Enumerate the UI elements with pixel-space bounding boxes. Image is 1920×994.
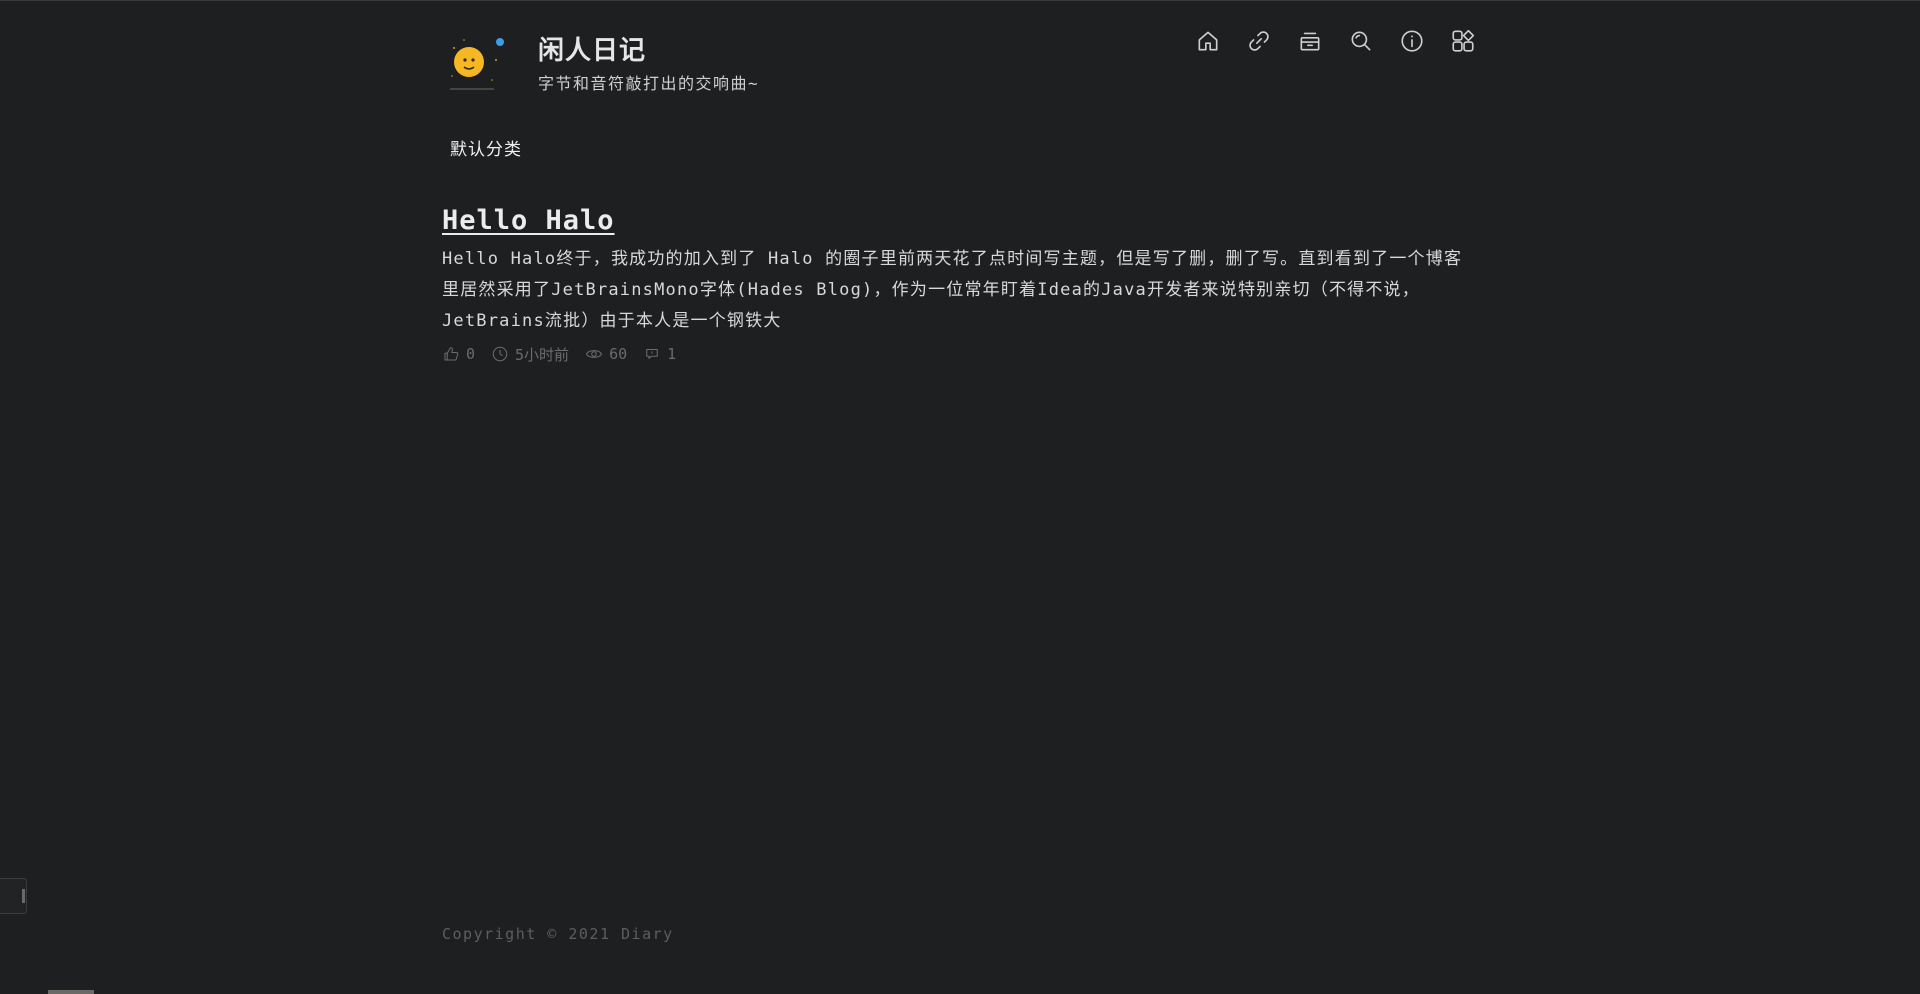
logo-image <box>444 30 508 94</box>
post-comments[interactable]: 1 <box>643 345 676 363</box>
post-views: 60 <box>585 345 627 363</box>
site-title[interactable]: 闲人日记 <box>538 30 646 67</box>
post-card: Hello Halo Hello Halo终于，我成功的加入到了 Halo 的圈… <box>442 205 1478 365</box>
nav-archive-button[interactable] <box>1295 26 1325 56</box>
eye-icon <box>586 350 603 358</box>
post-meta: 0 5小时前 60 1 <box>442 343 1478 365</box>
post-excerpt: Hello Halo终于，我成功的加入到了 Halo 的圈子里前两天花了点时间写… <box>442 249 1463 331</box>
like-button[interactable]: 0 <box>442 345 475 363</box>
view-count: 60 <box>609 345 628 363</box>
nav-links-button[interactable] <box>1244 26 1274 56</box>
apps-icon <box>1452 29 1475 52</box>
nav-about-button[interactable] <box>1397 26 1427 56</box>
nav-search-button[interactable] <box>1346 26 1376 56</box>
site-logo[interactable] <box>444 30 508 94</box>
post-time-text: 5小时前 <box>515 345 570 364</box>
like-count: 0 <box>466 345 476 363</box>
nav-categories-button[interactable] <box>1448 26 1478 56</box>
clock-icon <box>492 346 508 362</box>
page-container: 闲人日记 字节和音符敲打出的交响曲~ 默认分类 Hello Halo Hello… <box>442 0 1478 994</box>
link-icon <box>1249 31 1269 51</box>
info-icon <box>1401 30 1423 52</box>
comment-icon <box>646 348 658 360</box>
archive-icon <box>1300 32 1320 51</box>
comment-count: 1 <box>667 345 677 363</box>
post-time: 5小时前 <box>491 344 569 365</box>
search-icon <box>1351 31 1371 51</box>
thumbs-up-icon <box>444 347 459 361</box>
bottom-progress-bar <box>48 990 94 994</box>
top-nav <box>1172 26 1478 56</box>
site-header: 闲人日记 字节和音符敲打出的交响曲~ <box>442 26 1478 96</box>
site-subtitle: 字节和音符敲打出的交响曲~ <box>538 74 760 93</box>
post-title-link[interactable]: Hello Halo <box>442 205 615 236</box>
home-icon <box>1198 31 1218 51</box>
category-heading: 默认分类 <box>450 140 522 160</box>
footer-copyright: Copyright © 2021 Diary <box>442 925 674 943</box>
side-drawer-handle[interactable] <box>0 878 27 914</box>
nav-home-button[interactable] <box>1193 26 1223 56</box>
